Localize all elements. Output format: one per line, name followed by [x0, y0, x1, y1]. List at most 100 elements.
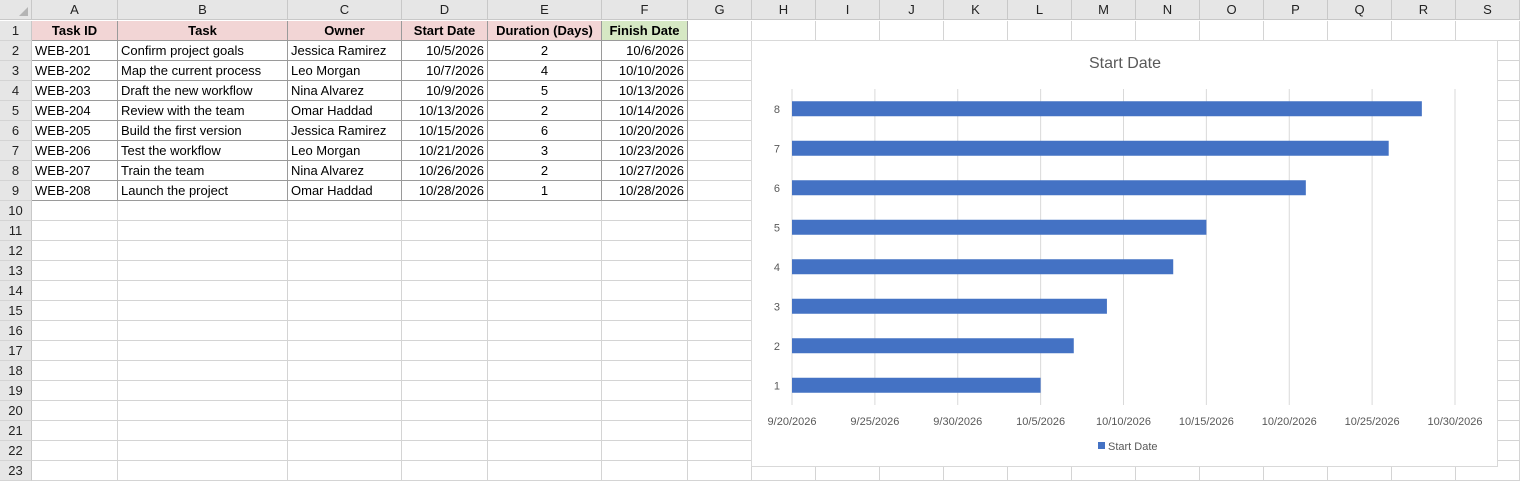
table-cell[interactable]: Test the workflow: [118, 141, 288, 161]
cell-g12[interactable]: [688, 241, 752, 261]
cell-c21[interactable]: [288, 421, 402, 441]
table-cell[interactable]: Jessica Ramirez: [288, 41, 402, 61]
table-cell[interactable]: 3: [488, 141, 602, 161]
cell-f10[interactable]: [602, 201, 688, 221]
cell-a17[interactable]: [32, 341, 118, 361]
cell-b18[interactable]: [118, 361, 288, 381]
table-cell[interactable]: Omar Haddad: [288, 181, 402, 201]
table-cell[interactable]: Review with the team: [118, 101, 288, 121]
cell-f14[interactable]: [602, 281, 688, 301]
column-header-r[interactable]: R: [1392, 0, 1456, 20]
table-header-cell[interactable]: Duration (Days): [488, 21, 602, 41]
cell-e19[interactable]: [488, 381, 602, 401]
table-cell[interactable]: Omar Haddad: [288, 101, 402, 121]
table-cell[interactable]: WEB-206: [32, 141, 118, 161]
cell-d20[interactable]: [402, 401, 488, 421]
cell-f11[interactable]: [602, 221, 688, 241]
table-header-cell[interactable]: Owner: [288, 21, 402, 41]
cell-a19[interactable]: [32, 381, 118, 401]
cell-e14[interactable]: [488, 281, 602, 301]
cell-c14[interactable]: [288, 281, 402, 301]
table-cell[interactable]: 10/23/2026: [602, 141, 688, 161]
cell-f17[interactable]: [602, 341, 688, 361]
row-header-8[interactable]: 8: [0, 161, 32, 181]
table-cell[interactable]: 10/7/2026: [402, 61, 488, 81]
cell-g3[interactable]: [688, 61, 752, 81]
row-header-20[interactable]: 20: [0, 401, 32, 421]
table-cell[interactable]: 2: [488, 101, 602, 121]
row-header-14[interactable]: 14: [0, 281, 32, 301]
cell-b23[interactable]: [118, 461, 288, 481]
cell-b16[interactable]: [118, 321, 288, 341]
row-header-7[interactable]: 7: [0, 141, 32, 161]
cell-c16[interactable]: [288, 321, 402, 341]
cell-g2[interactable]: [688, 41, 752, 61]
cell-d12[interactable]: [402, 241, 488, 261]
cell-e17[interactable]: [488, 341, 602, 361]
cell-e13[interactable]: [488, 261, 602, 281]
column-header-c[interactable]: C: [288, 0, 402, 20]
cell-m1[interactable]: [1072, 21, 1136, 41]
cell-r1[interactable]: [1392, 21, 1456, 41]
cell-b19[interactable]: [118, 381, 288, 401]
row-header-10[interactable]: 10: [0, 201, 32, 221]
table-cell[interactable]: 10/27/2026: [602, 161, 688, 181]
table-cell[interactable]: Jessica Ramirez: [288, 121, 402, 141]
cell-f18[interactable]: [602, 361, 688, 381]
column-header-s[interactable]: S: [1456, 0, 1520, 20]
table-cell[interactable]: 10/10/2026: [602, 61, 688, 81]
table-cell[interactable]: 10/21/2026: [402, 141, 488, 161]
column-header-a[interactable]: A: [32, 0, 118, 20]
row-header-21[interactable]: 21: [0, 421, 32, 441]
cell-g1[interactable]: [688, 21, 752, 41]
table-cell[interactable]: WEB-208: [32, 181, 118, 201]
table-cell[interactable]: Build the first version: [118, 121, 288, 141]
column-header-p[interactable]: P: [1264, 0, 1328, 20]
cell-g22[interactable]: [688, 441, 752, 461]
column-header-d[interactable]: D: [402, 0, 488, 20]
cell-c11[interactable]: [288, 221, 402, 241]
column-header-l[interactable]: L: [1008, 0, 1072, 20]
cell-f13[interactable]: [602, 261, 688, 281]
cell-s1[interactable]: [1456, 21, 1520, 41]
table-cell[interactable]: 4: [488, 61, 602, 81]
cell-e11[interactable]: [488, 221, 602, 241]
cell-d22[interactable]: [402, 441, 488, 461]
cell-a15[interactable]: [32, 301, 118, 321]
cell-g11[interactable]: [688, 221, 752, 241]
bar-chart[interactable]: Start Date 9/20/2026 9/25/2026 9/30/2026 10/…: [751, 40, 1498, 467]
cell-j1[interactable]: [880, 21, 944, 41]
cell-d18[interactable]: [402, 361, 488, 381]
table-cell[interactable]: WEB-202: [32, 61, 118, 81]
row-header-3[interactable]: 3: [0, 61, 32, 81]
cell-b12[interactable]: [118, 241, 288, 261]
column-header-n[interactable]: N: [1136, 0, 1200, 20]
cell-c22[interactable]: [288, 441, 402, 461]
table-cell[interactable]: Draft the new workflow: [118, 81, 288, 101]
table-cell[interactable]: WEB-207: [32, 161, 118, 181]
table-cell[interactable]: 10/13/2026: [602, 81, 688, 101]
cell-e21[interactable]: [488, 421, 602, 441]
row-header-19[interactable]: 19: [0, 381, 32, 401]
cell-g16[interactable]: [688, 321, 752, 341]
cell-b15[interactable]: [118, 301, 288, 321]
cell-f23[interactable]: [602, 461, 688, 481]
row-header-23[interactable]: 23: [0, 461, 32, 481]
cell-b17[interactable]: [118, 341, 288, 361]
table-cell[interactable]: Nina Alvarez: [288, 81, 402, 101]
cell-e10[interactable]: [488, 201, 602, 221]
cell-b20[interactable]: [118, 401, 288, 421]
table-cell[interactable]: 2: [488, 41, 602, 61]
table-cell[interactable]: 10/26/2026: [402, 161, 488, 181]
cell-b22[interactable]: [118, 441, 288, 461]
cell-a13[interactable]: [32, 261, 118, 281]
row-header-22[interactable]: 22: [0, 441, 32, 461]
cell-f15[interactable]: [602, 301, 688, 321]
column-header-i[interactable]: I: [816, 0, 880, 20]
table-cell[interactable]: Leo Morgan: [288, 141, 402, 161]
cell-g19[interactable]: [688, 381, 752, 401]
cell-g10[interactable]: [688, 201, 752, 221]
cell-k1[interactable]: [944, 21, 1008, 41]
cell-d10[interactable]: [402, 201, 488, 221]
cell-o1[interactable]: [1200, 21, 1264, 41]
